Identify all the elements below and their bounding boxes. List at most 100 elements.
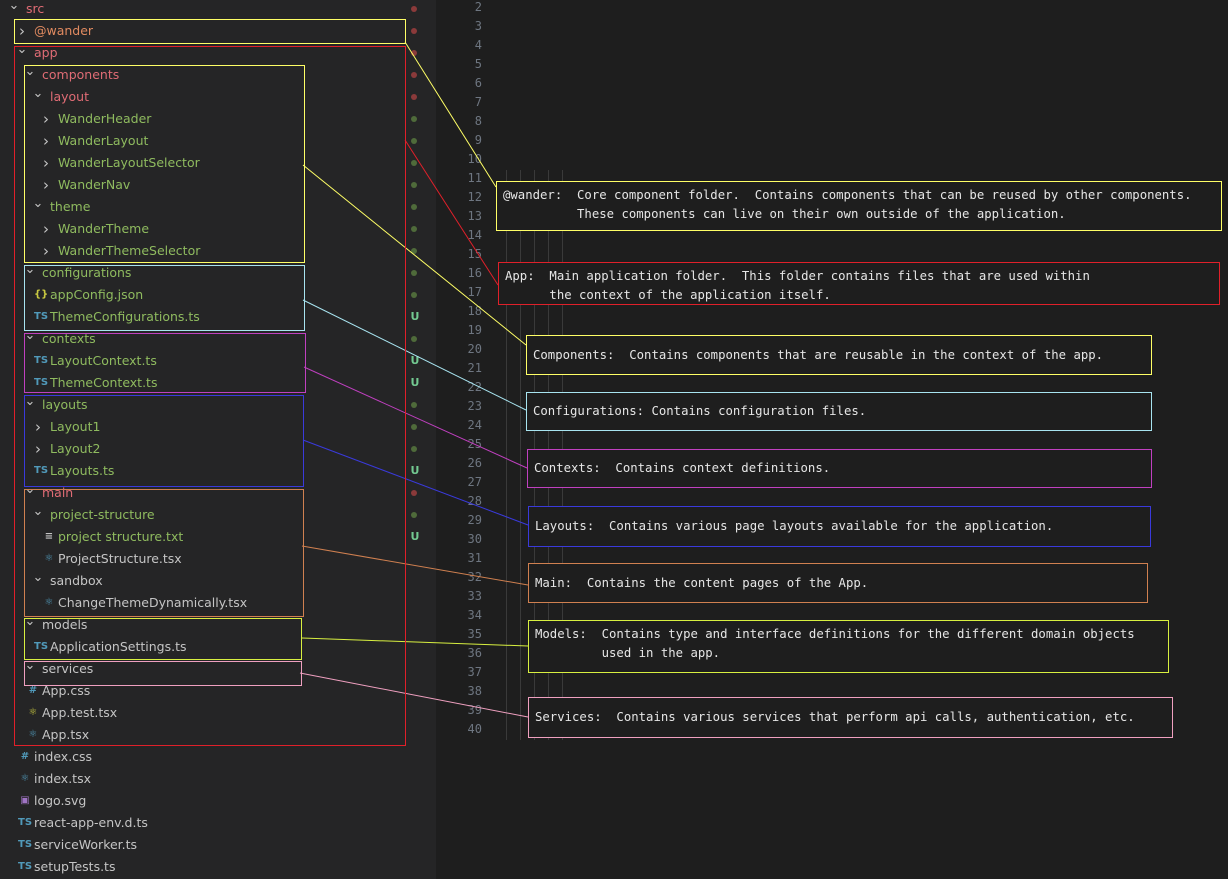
git-status-dot [411, 402, 417, 408]
file-type-icon: # [20, 751, 30, 762]
annotation-note-layouts: Layouts: Contains various page layouts a… [528, 506, 1151, 547]
highlight-box-layouts [24, 395, 304, 487]
git-status-dot [411, 160, 417, 166]
file-type-icon: TS [18, 839, 33, 850]
file-type-icon: ▣ [20, 795, 30, 806]
line-number: 13 [467, 209, 482, 223]
file-item[interactable]: TS serviceWorker.ts [0, 834, 400, 856]
line-number: 21 [467, 361, 482, 375]
file-type-icon: TS [18, 861, 33, 872]
git-status-dot [411, 424, 417, 430]
git-status-dot [411, 292, 417, 298]
annotation-note-main: Main: Contains the content pages of the … [528, 563, 1148, 603]
indent-guide [520, 170, 521, 740]
file-item[interactable]: TS react-app-env.d.ts [0, 812, 400, 834]
annotation-line: Layouts: Contains various page layouts a… [535, 519, 1054, 533]
line-number: 9 [474, 133, 482, 147]
annotation-note-components: Components: Contains components that are… [526, 335, 1152, 375]
tree-item-label: logo.svg [34, 793, 87, 808]
line-number: 17 [467, 285, 482, 299]
line-number: 33 [467, 589, 482, 603]
line-number: 16 [467, 266, 482, 280]
git-status-dot [411, 6, 417, 12]
file-item[interactable]: # index.css [0, 746, 400, 768]
line-number: 31 [467, 551, 482, 565]
file-item[interactable]: ⚛ index.tsx [0, 768, 400, 790]
tree-item-label: src [26, 1, 45, 16]
highlight-box-main [24, 489, 304, 617]
line-number: 2 [474, 0, 482, 14]
git-status-dot [411, 28, 417, 34]
line-number: 38 [467, 684, 482, 698]
highlight-box-wander [14, 19, 406, 44]
line-number: 22 [467, 380, 482, 394]
tree-item-label: index.css [34, 749, 93, 764]
line-number: 25 [467, 437, 482, 451]
file-item[interactable]: TS setupTests.ts [0, 856, 400, 878]
annotation-line: Main: Contains the content pages of the … [535, 575, 869, 590]
folder-item[interactable]: ⌄ src [0, 0, 400, 20]
line-number: 3 [474, 19, 482, 33]
annotation-line: @wander: Core component folder. Contains… [503, 188, 1192, 202]
tree-item-label: serviceWorker.ts [34, 837, 138, 852]
annotation-line: the context of the application itself. [505, 288, 831, 302]
git-status-dot [411, 512, 417, 518]
line-number: 19 [467, 323, 482, 337]
line-number: 40 [467, 722, 482, 736]
line-number: 26 [467, 456, 482, 470]
git-untracked-badge: U [410, 530, 420, 543]
line-number: 27 [467, 475, 482, 489]
annotation-note-models: Models: Contains type and interface defi… [528, 620, 1169, 673]
annotation-note-contexts: Contexts: Contains context definitions. [527, 449, 1152, 488]
git-status-dot [411, 116, 417, 122]
line-number: 11 [467, 171, 482, 185]
git-status-dot [411, 204, 417, 210]
annotation-note-configurations: Configurations: Contains configuration f… [526, 392, 1152, 431]
annotation-line: Services: Contains various services that… [535, 710, 1135, 724]
line-number: 4 [474, 38, 482, 52]
line-number: 20 [467, 342, 482, 356]
tree-item-label: setupTests.ts [34, 859, 116, 874]
git-status-dot [411, 248, 417, 254]
line-number: 12 [467, 190, 482, 204]
highlight-box-components [24, 65, 305, 263]
file-type-icon: ⚛ [20, 773, 30, 784]
annotation-line: Components: Contains components that are… [533, 347, 1104, 362]
line-number: 39 [467, 703, 482, 717]
git-status-dot [411, 270, 417, 276]
git-untracked-badge: U [410, 310, 420, 323]
line-number: 30 [467, 532, 482, 546]
highlight-box-models [24, 618, 302, 660]
line-number: 15 [467, 247, 482, 261]
chevron-down-icon[interactable]: ⌄ [8, 0, 20, 17]
line-number: 5 [474, 57, 482, 71]
line-number: 6 [474, 76, 482, 90]
line-number: 36 [467, 646, 482, 660]
indent-guide [506, 170, 507, 740]
line-number: 10 [467, 152, 482, 166]
line-number: 37 [467, 665, 482, 679]
git-status-dot [411, 226, 417, 232]
annotation-line: Models: Contains type and interface defi… [535, 627, 1135, 641]
line-number: 28 [467, 494, 482, 508]
line-number: 14 [467, 228, 482, 242]
highlight-box-configurations [24, 265, 305, 331]
git-status-dot [411, 490, 417, 496]
line-number: 23 [467, 399, 482, 413]
annotation-line: App: Main application folder. This folde… [505, 269, 1090, 283]
highlight-box-contexts [24, 333, 306, 393]
git-status-dot [411, 138, 417, 144]
file-item[interactable]: ▣ logo.svg [0, 790, 400, 812]
line-number: 24 [467, 418, 482, 432]
git-untracked-badge: U [410, 464, 420, 477]
line-number: 34 [467, 608, 482, 622]
line-number: 29 [467, 513, 482, 527]
git-untracked-badge: U [410, 354, 420, 367]
annotation-note-app: App: Main application folder. This folde… [498, 262, 1220, 305]
line-number: 7 [474, 95, 482, 109]
tree-item-label: index.tsx [34, 771, 91, 786]
annotation-note-services: Services: Contains various services that… [528, 697, 1173, 738]
highlight-box-services [24, 661, 302, 686]
git-status-dot [411, 446, 417, 452]
git-status-dot [411, 72, 417, 78]
